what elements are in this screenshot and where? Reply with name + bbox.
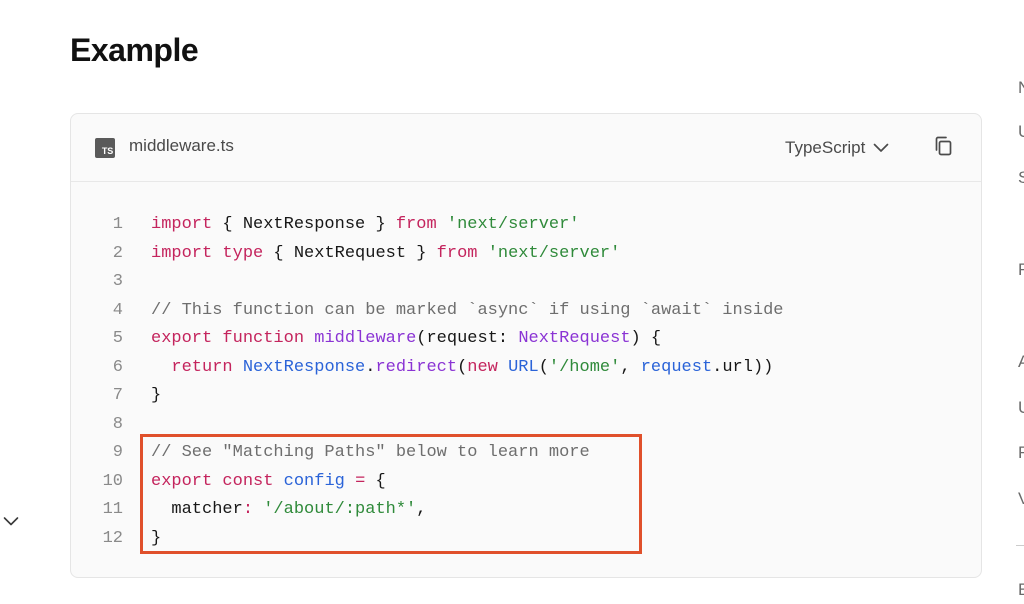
code-token: { NextResponse } [212,215,396,234]
code-token: ) { [630,329,662,348]
line-number: 8 [112,414,123,434]
right-toc-column: N U S F A U F V E [1016,0,1024,604]
toc-item-fragment[interactable]: N [1018,78,1024,98]
code-token: ( [457,357,468,377]
code-token: NextResponse [242,357,366,377]
code-token: . [365,357,376,377]
toc-item-fragment[interactable]: V [1018,489,1024,509]
code-token: 'next/server' [446,215,580,234]
toc-item-fragment[interactable]: A [1018,352,1024,372]
code-token: export [151,329,213,348]
code-line: 3 [71,268,981,297]
code-token: return [171,357,233,377]
line-code: import type { NextRequest } from 'next/s… [151,240,620,269]
toc-item-fragment[interactable]: U [1018,122,1024,142]
code-token: redirect [375,357,458,377]
line-code: // This function can be marked `async` i… [151,297,784,326]
chevron-down-icon[interactable] [3,515,19,527]
line-number: 5 [112,329,123,348]
toc-item-fragment[interactable]: S [1018,168,1024,188]
code-token: .url)) [712,357,774,377]
toc-item-fragment[interactable]: F [1018,260,1024,280]
code-line: 5 export function middleware(request: Nex… [71,325,981,354]
line-number: 10 [102,471,123,491]
copy-button[interactable] [932,134,956,158]
line-number: 2 [112,243,123,263]
code-token: function [222,329,305,348]
chevron-down-icon [873,143,889,153]
line-code: export function middleware(request: Next… [151,325,661,354]
code-token: URL [508,357,539,377]
language-select[interactable]: TypeScript [785,135,889,161]
code-line: 2 import type { NextRequest } from 'next/… [71,240,981,269]
code-line: 4 // This function can be marked `async` … [71,297,981,326]
line-code: import { NextResponse } from 'next/serve… [151,211,580,240]
code-token: type [222,243,264,263]
highlight-box [140,434,642,554]
code-filename: middleware.ts [129,136,234,155]
line-number: 7 [112,386,123,405]
code-token: { NextRequest } [263,243,437,263]
code-token: '/home' [548,357,621,377]
toc-item-fragment[interactable]: E [1018,580,1024,600]
code-line: 7} [71,382,981,411]
code-token: new [467,357,498,377]
code-token: , [620,357,641,377]
line-number: 12 [102,528,123,548]
code-token: import [151,243,213,263]
code-token: 'next/server' [487,243,621,263]
line-number: 9 [112,443,123,462]
toc-item-fragment[interactable]: F [1018,443,1024,463]
code-token: from [436,243,478,263]
section-heading: Example [70,32,199,68]
line-number: 3 [112,272,123,291]
copy-icon [935,136,952,156]
line-code: } [151,382,161,411]
code-block-header: TS middleware.ts TypeScript [71,114,981,182]
line-code: return NextResponse.redirect(new URL('/h… [151,354,773,383]
line-number: 6 [112,357,123,377]
code-block: TS middleware.ts TypeScript 1 import { Ne… [70,113,982,578]
line-number: 1 [112,215,123,234]
language-select-label: TypeScript [785,138,866,157]
line-number: 4 [112,300,123,320]
code-token: // This function can be marked `async` i… [151,300,784,320]
code-token: ( [538,357,549,377]
code-token: request [640,357,713,377]
ts-badge-label: TS [101,146,113,156]
code-token: middleware [314,329,417,348]
code-token: (request: [416,329,519,348]
code-token: } [151,386,162,405]
typescript-file-icon: TS [95,138,115,158]
code-token: NextRequest [518,329,631,348]
right-toc-divider [1016,545,1024,546]
line-number: 11 [102,500,123,519]
code-line: 1 import { NextResponse } from 'next/serv… [71,211,981,240]
code-line: 6 return NextResponse.redirect(new URL('… [71,354,981,383]
toc-item-fragment[interactable]: U [1018,398,1024,418]
code-token: from [395,215,437,234]
code-token: import [151,215,213,234]
